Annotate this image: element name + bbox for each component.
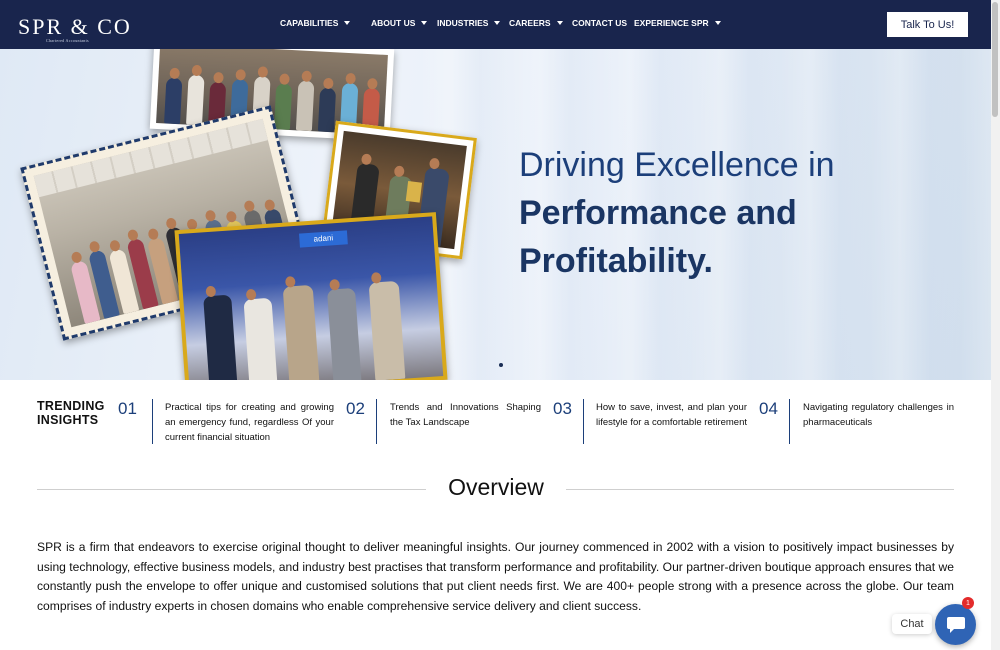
nav-label: CAREERS [509,18,551,28]
trend-number: 01 [118,399,137,418]
overview-body: SPR is a firm that endeavors to exercise… [37,540,954,614]
trend-item-4[interactable]: Navigating regulatory challenges in phar… [803,400,954,430]
overview-rule-right [566,489,954,490]
trending-label-line2: INSIGHTS [37,413,99,427]
chat-button[interactable] [935,604,976,645]
scrollbar-thumb[interactable] [992,2,998,117]
trend-divider [789,399,790,444]
caret-down-icon [556,21,563,25]
caret-down-icon [494,21,501,25]
talk-to-us-button[interactable]: Talk To Us! [887,12,968,37]
brand-tagline: Chartered Accountants [46,38,89,43]
trend-divider [376,399,377,444]
nav-label: INDUSTRIES [437,18,489,28]
trend-number: 04 [759,399,778,418]
brand-logo[interactable]: SPR & CO [18,14,132,40]
caret-down-icon [421,21,428,25]
trend-item-3[interactable]: How to save, invest, and plan your lifes… [596,400,747,430]
notification-badge: 1 [962,597,974,609]
overview-rule-left [37,489,426,490]
nav-capabilities[interactable]: CAPABILITIES [280,18,351,28]
hero-headline-line2: Performance and [519,194,797,232]
nav-careers[interactable]: CAREERS [509,18,563,28]
caret-down-icon [714,21,721,25]
trend-divider [152,399,153,444]
nav-about-us[interactable]: ABOUT US [371,18,428,28]
trend-item-2[interactable]: Trends and Innovations Shaping the Tax L… [390,400,541,430]
nav-label: CONTACT US [572,18,628,28]
chat-bubble-icon [946,616,965,633]
hero-banner: adani Driving Excellence in Performance … [0,49,991,380]
nav-label: CAPABILITIES [280,18,339,28]
nav-contact-us[interactable]: CONTACT US [572,18,627,28]
trend-divider [583,399,584,444]
caret-down-icon [344,21,351,25]
hero-headline: Driving Excellence in Performance and Pr… [519,141,939,285]
trend-item-1[interactable]: Practical tips for creating and growing … [165,400,334,445]
hero-headline-line1: Driving Excellence in [519,146,835,184]
chat-label[interactable]: Chat [892,614,932,634]
nav-industries[interactable]: INDUSTRIES [437,18,501,28]
nav-experience-spr[interactable]: EXPERIENCE SPR [634,18,721,28]
trending-insights-label: TRENDING INSIGHTS [37,399,105,427]
hero-headline-line3: Profitability. [519,242,713,280]
overview-heading: Overview [448,474,544,500]
slider-dot[interactable] [499,363,503,367]
trend-number: 03 [553,399,572,418]
nav-label: ABOUT US [371,18,416,28]
trending-label-line1: TRENDING [37,399,105,413]
conference-photo: adani [174,212,448,380]
nav-label: EXPERIENCE SPR [634,18,709,28]
site-header: SPR & CO Chartered Accountants CAPABILIT… [0,0,991,49]
trend-number: 02 [346,399,365,418]
